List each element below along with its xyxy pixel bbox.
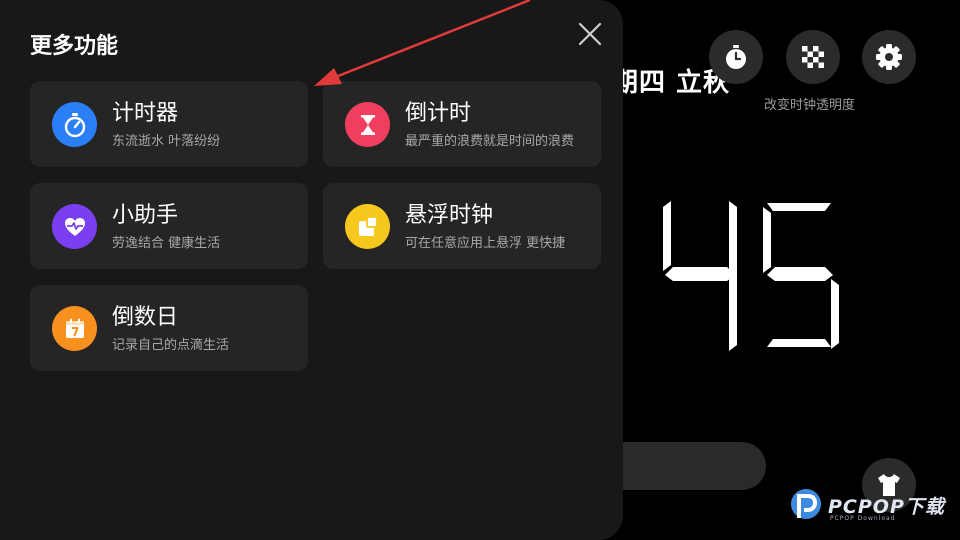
feature-card-countdown[interactable]: 倒计时 最严重的浪费就是时间的浪费 (323, 81, 601, 167)
pcpop-logo-icon (791, 489, 821, 519)
calendar-icon (65, 318, 84, 338)
panel-title: 更多功能 (30, 34, 119, 59)
more-features-panel: 更多功能 计时器 东流逝水 叶落纷纷 倒计时 最严重的浪费就是时间的浪费 小助手… (0, 0, 623, 540)
card-subtitle: 东流逝水 叶落纷纷 (112, 134, 221, 149)
card-subtitle: 记录自己的点滴生活 (112, 338, 230, 353)
countdown-icon-badge (345, 102, 390, 147)
watermark: PCPOP下载 PCPOP Download (786, 484, 956, 534)
feature-card-timer[interactable]: 计时器 东流逝水 叶落纷纷 (30, 81, 308, 167)
opacity-label: 改变时钟透明度 (764, 98, 856, 113)
card-subtitle: 最严重的浪费就是时间的浪费 (405, 134, 575, 149)
card-title: 计时器 (112, 101, 179, 126)
countdown-days-icon-badge (52, 306, 97, 351)
assistant-icon-badge (52, 204, 97, 249)
stopwatch-icon (726, 45, 746, 69)
clock-digits (663, 201, 839, 351)
card-title: 倒计时 (405, 101, 472, 126)
stopwatch-button[interactable] (709, 30, 763, 84)
heart-pulse-icon (64, 217, 85, 236)
card-subtitle: 可在任意应用上悬浮 更快捷 (405, 236, 566, 251)
bottom-bar[interactable] (600, 442, 766, 490)
watermark-subtext: PCPOP Download (830, 515, 896, 522)
close-icon (578, 22, 602, 46)
close-button[interactable] (574, 18, 606, 50)
checkerboard-icon (802, 46, 824, 68)
card-title: 倒数日 (112, 305, 179, 330)
hourglass-icon (360, 114, 375, 135)
card-title: 小助手 (112, 203, 179, 228)
card-title: 悬浮时钟 (405, 203, 494, 228)
gear-icon (876, 44, 902, 70)
floating-clock-icon-badge (345, 204, 390, 249)
feature-card-countdown-days[interactable]: 倒数日 记录自己的点滴生活 (30, 285, 308, 371)
opacity-button[interactable] (786, 30, 840, 84)
timer-icon-badge (52, 102, 97, 147)
feature-card-floating-clock[interactable]: 悬浮时钟 可在任意应用上悬浮 更快捷 (323, 183, 601, 269)
floating-window-icon (358, 215, 378, 236)
feature-card-assistant[interactable]: 小助手 劳逸结合 健康生活 (30, 183, 308, 269)
stopwatch-icon (64, 112, 85, 137)
card-subtitle: 劳逸结合 健康生活 (112, 236, 221, 251)
settings-button[interactable] (862, 30, 916, 84)
